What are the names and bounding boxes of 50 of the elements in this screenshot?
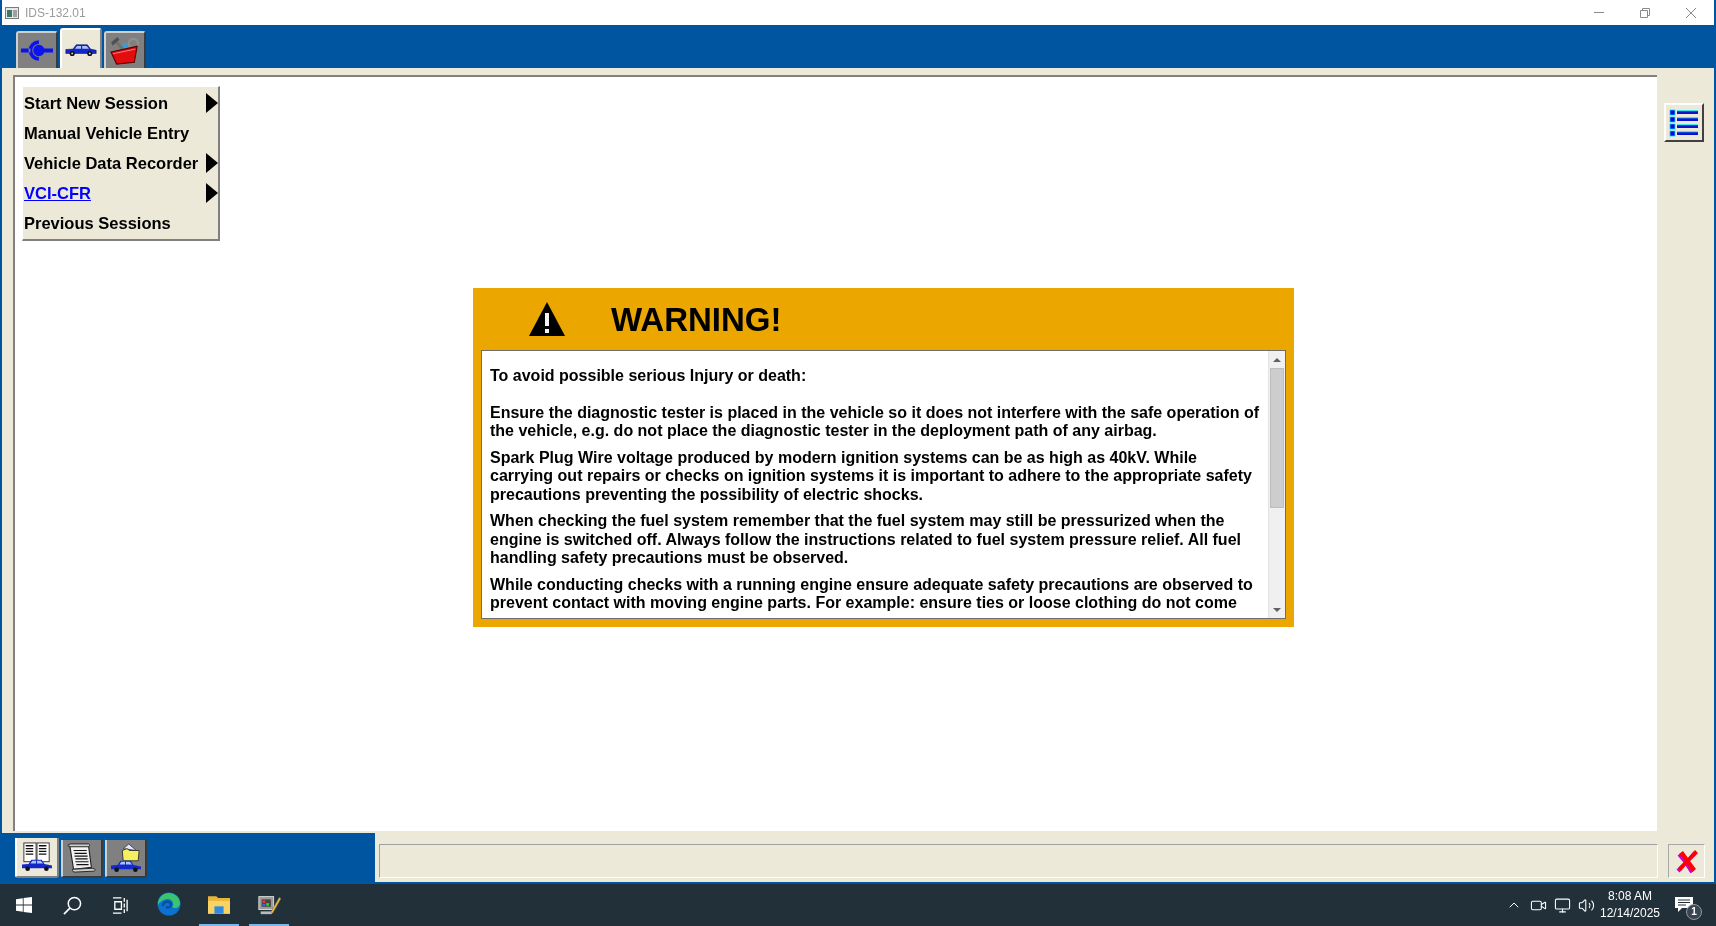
menu-item[interactable]: VCI-CFR: [23, 178, 218, 208]
toolbar-tab[interactable]: [16, 31, 58, 68]
submenu-arrow-icon: [206, 183, 218, 203]
menu-item[interactable]: Vehicle Data Recorder: [23, 148, 218, 178]
submenu-arrow-icon: [206, 153, 218, 173]
minimize-icon: [1594, 12, 1604, 13]
notification-badge: 1: [1686, 904, 1702, 920]
menu-item[interactable]: Previous Sessions: [23, 208, 218, 238]
volume-icon: [1577, 896, 1595, 914]
warning-paragraph: While conducting checks with a running engine ensure adequate safety precautions are observed to prevent contact with moving engine parts. For example: ensure ties or loose clothing do not come: [490, 575, 1254, 613]
bottom-tab[interactable]: [105, 840, 147, 878]
running-indicator: [199, 924, 239, 926]
caret-up-icon: [1273, 357, 1281, 362]
connector-icon: [21, 40, 53, 61]
scroll-icon: [66, 843, 98, 873]
running-indicator: [249, 924, 289, 926]
warning-paragraph: Spark Plug Wire voltage produced by modern ignition systems can be as high as 40kV. While carrying out repairs or checks on ignition systems it is important to adhere to the appropriate safety precautions preventing the possibility of electric shocks.: [490, 448, 1253, 504]
warning-icon: [528, 301, 566, 337]
caret-down-icon: [1273, 607, 1281, 612]
document-car-icon: [21, 842, 53, 872]
bottom-tab[interactable]: [61, 840, 103, 878]
app-window-icon: [5, 6, 19, 19]
warning-paragraph: Ensure the diagnostic tester is placed in the vehicle so it does not interfere with the safe operation of the vehicle, e.g. do not place the diagnostic tester in the deployment path of any airbag.: [490, 403, 1261, 441]
list-icon: [1669, 108, 1699, 137]
x-mark-icon: [1674, 849, 1699, 873]
windows-logo-icon: [16, 897, 32, 913]
scrollbar-thumb[interactable]: [1270, 368, 1284, 508]
exit-button[interactable]: [1668, 844, 1705, 878]
menu-item[interactable]: Manual Vehicle Entry: [23, 118, 218, 148]
warning-intro: To avoid possible serious Injury or death:: [490, 367, 808, 386]
toolbox-icon: [109, 36, 141, 65]
folder-car-icon: [110, 843, 142, 873]
task-view-icon: [111, 896, 129, 914]
car-icon: [65, 41, 97, 57]
list-button[interactable]: [1664, 103, 1704, 142]
search-icon: [62, 895, 82, 915]
submenu-arrow-icon: [206, 93, 218, 113]
folder-icon: [208, 894, 230, 914]
notification-button[interactable]: 1: [1662, 884, 1706, 926]
toolbar-tab[interactable]: [104, 31, 146, 68]
browser-swirl-icon: [157, 892, 181, 916]
warning-title: WARNING!: [611, 302, 782, 336]
bottom-tab[interactable]: [15, 838, 59, 878]
warning-paragraph: When checking the fuel system remember that the fuel system may still be pressurized when the engine is switched off. Always follow the instructions related to fuel system pressure relief. All fuel handling safety precautions must be observed.: [490, 512, 1242, 568]
window-title: IDS-132.01: [25, 4, 86, 22]
menu-item[interactable]: Start New Session: [23, 88, 218, 118]
close-icon: [1686, 7, 1696, 18]
network-monitor-icon: [1553, 896, 1571, 914]
restore-icon: [1640, 7, 1650, 18]
clock[interactable]: 8:08 AM 12/14/2025: [1598, 884, 1662, 926]
